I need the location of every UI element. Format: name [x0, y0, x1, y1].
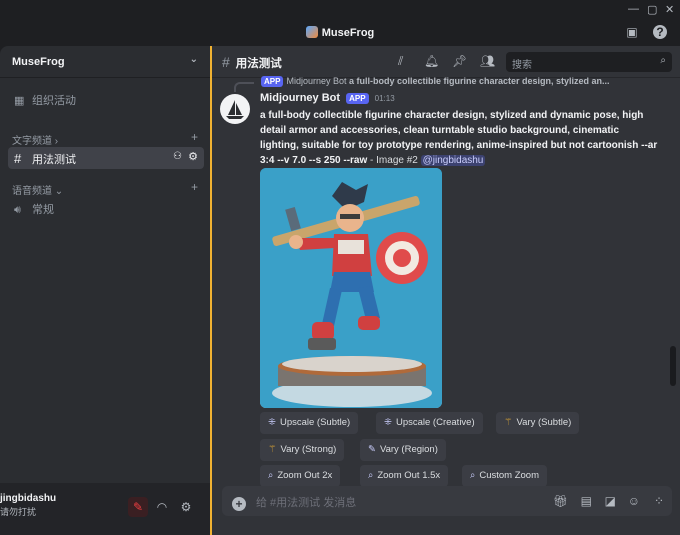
- zoom-out-2x-label: Zoom Out 2x: [277, 470, 333, 481]
- reply-preview[interactable]: APP Midjourney Bot a full-body collectibl…: [258, 76, 668, 87]
- calendar-icon: ▦: [14, 95, 25, 107]
- magic-wand-icon: ⚚: [504, 417, 513, 428]
- hash-icon: #: [222, 54, 230, 70]
- composer-placeholder: 给 #用法测试 发消息: [256, 497, 357, 509]
- reply-author: Midjourney Bot: [286, 76, 347, 86]
- app-badge: APP: [346, 93, 369, 104]
- mute-microphone-icon[interactable]: ✎: [128, 497, 148, 517]
- sticker-icon[interactable]: ◪: [605, 494, 616, 508]
- help-icon[interactable]: ?: [653, 25, 667, 39]
- voice-category[interactable]: 语音频道 ⌄: [12, 182, 63, 197]
- upscale-creative-button[interactable]: ⁜ Upscale (Creative): [376, 412, 483, 434]
- user-mention[interactable]: @jingbidashu: [420, 155, 486, 166]
- add-voice-channel-icon[interactable]: +: [191, 180, 198, 194]
- events-label: 组织活动: [32, 95, 76, 107]
- image-label: - Image #2: [367, 155, 421, 166]
- title-bar: — ▢ ✕ MuseFrog ▣ ?: [0, 0, 680, 46]
- headphones-icon[interactable]: ◠: [152, 497, 172, 517]
- sidebar-item-events[interactable]: ▦ 组织活动: [8, 88, 204, 110]
- magnifier-icon: ⌕: [470, 470, 476, 481]
- channel-sidebar: MuseFrog ⌄ ▦ 组织活动 文字频道 › + # 用法测试 ⚇ ⚙ 语音频道…: [0, 46, 210, 535]
- app-logo-icon: [305, 26, 318, 38]
- members-icon[interactable]: 👥︎: [480, 54, 495, 68]
- bot-avatar[interactable]: [220, 94, 250, 124]
- upscale-icon: ⁜: [268, 417, 276, 428]
- message-composer[interactable]: + 给 #用法测试 发消息 🎁︎ ▤ ◪ ☺ ⁘: [222, 486, 672, 516]
- add-attachment-icon[interactable]: +: [232, 497, 246, 511]
- bell-icon[interactable]: 🔔︎: [424, 54, 439, 68]
- zoom-out-2x-button[interactable]: ⌕ Zoom Out 2x: [260, 465, 341, 487]
- vary-subtle-label: Vary (Subtle): [516, 417, 572, 428]
- search-icon: ⌕: [660, 55, 666, 66]
- zoom-out-1-5x-button[interactable]: ⌕ Zoom Out 1.5x: [360, 465, 449, 487]
- search-placeholder: 搜索: [512, 60, 532, 71]
- sailboat-icon: [226, 100, 244, 119]
- upscale-icon: ⁜: [384, 417, 392, 428]
- gift-icon[interactable]: 🎁︎: [553, 494, 568, 508]
- hash-icon: #: [14, 151, 22, 166]
- chevron-down-icon: ⌄: [189, 54, 198, 65]
- message-content: a full-body collectible figurine charact…: [260, 108, 660, 168]
- chat-area: # 用法测试 ⫽ 🔔︎ 📌︎ 👥︎ 搜索 ⌕ APP Midjourney Bot …: [210, 46, 680, 535]
- search-input[interactable]: 搜索 ⌕: [506, 52, 672, 72]
- message-header: Midjourney Bot APP 01:13: [260, 92, 395, 104]
- minimize-icon[interactable]: —: [628, 3, 639, 15]
- user-panel: jingbidashu 请勿打扰 ✎ ◠ ⚙: [0, 483, 210, 535]
- guild-name: MuseFrog: [12, 56, 65, 68]
- gear-icon[interactable]: ⚙: [188, 150, 198, 163]
- text-category-label: 文字频道: [12, 136, 52, 147]
- voice-category-label: 语音频道: [12, 186, 52, 197]
- generated-image[interactable]: [260, 168, 442, 408]
- close-icon[interactable]: ✕: [665, 3, 674, 16]
- upscale-subtle-label: Upscale (Subtle): [279, 417, 351, 428]
- reply-text: a full-body collectible figurine charact…: [349, 76, 610, 86]
- magic-wand-icon: ⚚: [268, 444, 277, 455]
- text-category[interactable]: 文字频道 ›: [12, 132, 58, 147]
- custom-zoom-label: Custom Zoom: [479, 470, 539, 481]
- vary-strong-label: Vary (Strong): [280, 444, 337, 455]
- threads-icon[interactable]: ⫽: [398, 54, 403, 69]
- user-settings-gear-icon[interactable]: ⚙: [176, 497, 196, 517]
- sidebar-item-voice-channel[interactable]: 🔊︎ 常规: [8, 197, 204, 219]
- user-name[interactable]: jingbidashu: [0, 493, 56, 504]
- custom-zoom-button[interactable]: ⌕ Custom Zoom: [462, 465, 547, 487]
- guild-header[interactable]: MuseFrog ⌄: [0, 46, 210, 78]
- message-author[interactable]: Midjourney Bot: [260, 92, 340, 104]
- chat-scrollbar[interactable]: [670, 346, 676, 386]
- channel-title: 用法测试: [235, 58, 282, 70]
- maximize-icon[interactable]: ▢: [647, 3, 657, 16]
- invite-icon[interactable]: ⚇: [173, 151, 182, 162]
- brush-icon: ✎: [368, 444, 376, 455]
- add-text-channel-icon[interactable]: +: [191, 130, 198, 144]
- message-time: 01:13: [374, 94, 395, 103]
- channel-header: # 用法测试 ⫽ 🔔︎ 📌︎ 👥︎ 搜索 ⌕: [212, 46, 680, 78]
- pin-icon[interactable]: 📌︎: [452, 54, 467, 68]
- vary-strong-button[interactable]: ⚚ Vary (Strong): [260, 439, 345, 461]
- upscale-subtle-button[interactable]: ⁜ Upscale (Subtle): [260, 412, 359, 434]
- zoom-out-1-5x-label: Zoom Out 1.5x: [377, 470, 441, 481]
- upscale-creative-label: Upscale (Creative): [395, 417, 475, 428]
- vary-subtle-button[interactable]: ⚚ Vary (Subtle): [496, 412, 580, 434]
- magnifier-icon: ⌕: [368, 470, 374, 481]
- speaker-icon: 🔊︎: [14, 204, 21, 216]
- figurine-illustration: [260, 168, 442, 408]
- emoji-icon[interactable]: ☺: [628, 494, 640, 508]
- magnifier-icon: ⌕: [268, 470, 274, 481]
- reply-connector: [234, 82, 254, 92]
- sidebar-item-text-channel[interactable]: # 用法测试 ⚇ ⚙: [8, 147, 204, 169]
- inbox-icon[interactable]: ▣: [625, 25, 639, 39]
- vary-region-button[interactable]: ✎ Vary (Region): [360, 439, 446, 461]
- text-channel-label: 用法测试: [32, 154, 76, 166]
- apps-icon[interactable]: ⁘: [654, 494, 664, 508]
- app-title: MuseFrog: [0, 26, 680, 39]
- user-status: 请勿打扰: [0, 507, 37, 517]
- voice-channel-label: 常规: [32, 204, 54, 216]
- gif-icon[interactable]: ▤: [581, 494, 592, 508]
- vary-region-label: Vary (Region): [379, 444, 438, 455]
- reply-app-badge: APP: [261, 76, 284, 87]
